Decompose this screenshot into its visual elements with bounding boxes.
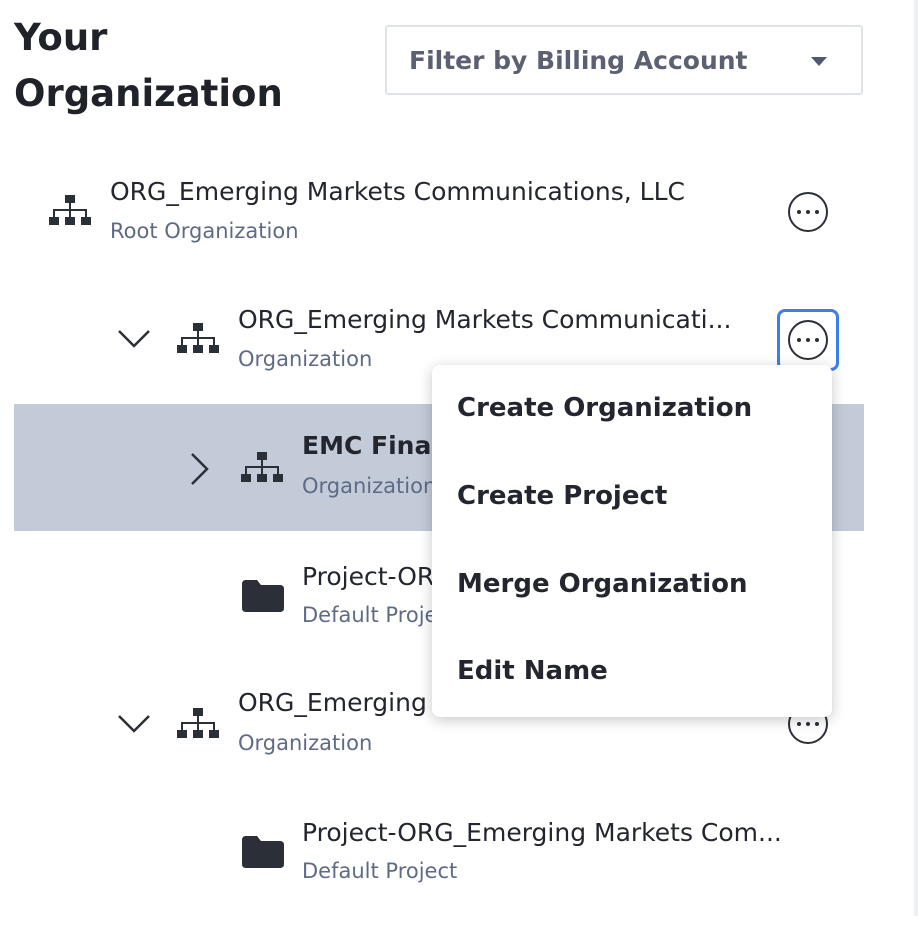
chevron-right-icon[interactable] bbox=[190, 452, 210, 486]
chevron-down-icon[interactable] bbox=[117, 714, 151, 734]
org-chart-icon bbox=[241, 452, 283, 482]
org-chart-icon bbox=[177, 708, 219, 738]
org-name: ORG_Emerging Markets Communications, LLC bbox=[110, 177, 685, 206]
org-chart-icon bbox=[177, 323, 219, 353]
dot-icon bbox=[797, 210, 801, 214]
page-title: Your Organization bbox=[14, 16, 283, 115]
filter-label: Filter by Billing Account bbox=[409, 45, 748, 75]
menu-item-edit-name[interactable]: Edit Name bbox=[457, 656, 608, 686]
dot-icon bbox=[797, 338, 801, 342]
folder-icon bbox=[242, 580, 284, 612]
project-type: Default Project bbox=[302, 859, 458, 883]
org-chart-icon bbox=[49, 195, 91, 225]
tree-row-root-organization[interactable]: ORG_Emerging Markets Communications, LLC… bbox=[14, 165, 864, 260]
folder-icon bbox=[242, 836, 284, 868]
organization-panel: Your Organization Filter by Billing Acco… bbox=[0, 0, 918, 936]
more-options-button-focused[interactable] bbox=[777, 309, 839, 371]
chevron-down-icon[interactable] bbox=[117, 329, 151, 349]
more-options-icon bbox=[788, 320, 828, 360]
org-type: Root Organization bbox=[110, 219, 299, 243]
dot-icon bbox=[806, 338, 810, 342]
org-name: ORG_Emerging Markets Communicati... bbox=[238, 305, 732, 334]
dot-icon bbox=[815, 338, 819, 342]
tree-row-project[interactable]: Project-ORG_Emerging Markets Com... Defa… bbox=[14, 816, 864, 896]
menu-item-create-project[interactable]: Create Project bbox=[457, 481, 667, 511]
billing-account-filter[interactable]: Filter by Billing Account bbox=[385, 25, 863, 95]
caret-down-icon bbox=[811, 57, 827, 66]
scrollbar-track[interactable] bbox=[914, 0, 918, 916]
menu-item-create-organization[interactable]: Create Organization bbox=[457, 393, 752, 423]
context-menu: Create Organization Create Project Merge… bbox=[432, 365, 832, 717]
dot-icon bbox=[797, 722, 801, 726]
project-name: Project-ORG_Emerging Markets Com... bbox=[302, 818, 782, 847]
dot-icon bbox=[806, 210, 810, 214]
menu-item-merge-organization[interactable]: Merge Organization bbox=[457, 569, 748, 599]
dot-icon bbox=[815, 210, 819, 214]
dot-icon bbox=[806, 722, 810, 726]
dot-icon bbox=[815, 722, 819, 726]
more-options-button[interactable] bbox=[788, 192, 828, 232]
org-type: Organization bbox=[238, 731, 373, 755]
